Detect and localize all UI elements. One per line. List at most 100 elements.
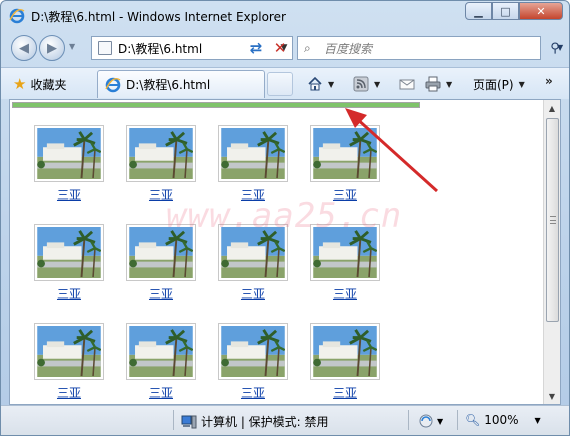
mail-icon [399, 79, 415, 90]
thumbnail-image[interactable] [126, 323, 196, 380]
page-menu-dropdown-icon: ▼ [518, 79, 525, 89]
home-icon [308, 76, 322, 91]
zone-text: 计算机 | 保护模式: 禁用 [201, 415, 329, 429]
thumbnail-item: 三亚 [126, 323, 196, 404]
sanya-photo-icon [129, 128, 193, 179]
sanya-photo-icon [221, 326, 285, 377]
security-zone[interactable]: 计算机 | 保护模式: 禁用 [181, 413, 329, 430]
thumbnail-item: 三亚 [34, 323, 104, 404]
maximize-button[interactable]: □ [492, 2, 519, 20]
sanya-photo-icon [37, 227, 101, 278]
zoom-button[interactable]: 🔍︎ 100% ▼ [465, 413, 541, 427]
ie-icon [105, 77, 121, 92]
thumbnail-caption-link[interactable]: 三亚 [57, 186, 81, 203]
print-icon [425, 76, 441, 92]
close-icon: ✕ [536, 4, 546, 18]
maximize-icon: □ [500, 4, 511, 18]
status-divider [408, 410, 409, 430]
thumbnail-caption-link[interactable]: 三亚 [57, 384, 81, 401]
page-menu-button[interactable]: 页面(P) ▼ [473, 73, 525, 95]
back-icon: ◀ [19, 40, 29, 56]
sanya-photo-icon [221, 128, 285, 179]
new-tab-button[interactable] [267, 72, 293, 96]
thumbnail-image[interactable] [218, 125, 288, 182]
thumbnail-item: 三亚 [218, 323, 288, 404]
thumbnail-image[interactable] [310, 125, 380, 182]
sanya-photo-icon [129, 326, 193, 377]
protected-mode-button[interactable]: ▼ [418, 413, 443, 429]
thumbnail-image[interactable] [126, 125, 196, 182]
scrollbar-thumb[interactable] [546, 118, 559, 322]
search-options-dropdown-icon[interactable]: ▼ [557, 43, 563, 52]
scroll-down-arrow-icon[interactable]: ▼ [544, 388, 560, 404]
more-commands-chevron-icon[interactable]: » [545, 74, 553, 88]
navigation-bar: ◀ ▶ ▼ D:\教程\6.html ▼ ⇄ ✕ ⌕ 百度搜索 ⚲ ▼ [1, 29, 569, 67]
sanya-photo-icon [313, 326, 377, 377]
home-button[interactable]: ▼ [307, 73, 334, 95]
read-mail-button[interactable] [399, 73, 415, 95]
load-progress-fill [13, 103, 419, 107]
search-box[interactable]: ⌕ 百度搜索 [297, 36, 541, 60]
thumbnail-image[interactable] [34, 224, 104, 281]
status-bar: 计算机 | 保护模式: 禁用 ▼ 🔍︎ 100% ▼ [1, 405, 569, 435]
zoom-icon: 🔍︎ [465, 413, 481, 427]
browser-window: D:\教程\6.html - Windows Internet Explorer… [0, 0, 570, 436]
thumbnail-caption-link[interactable]: 三亚 [149, 384, 173, 401]
thumbnail-item: 三亚 [34, 125, 104, 224]
load-progress-bar [12, 102, 420, 108]
watermark-text: www.aa25.cn [166, 196, 403, 236]
minimize-icon: ▁ [474, 4, 483, 18]
thumbnail-caption-link[interactable]: 三亚 [241, 285, 265, 302]
status-divider [457, 410, 458, 430]
favorites-button[interactable]: ★ 收藏夹 [13, 73, 66, 95]
feeds-button[interactable]: ▼ [353, 73, 380, 95]
thumbnail-caption-link[interactable]: 三亚 [333, 285, 357, 302]
page-icon [98, 41, 112, 55]
thumbnail-item: 三亚 [126, 224, 196, 323]
tab-current-page[interactable]: D:\教程\6.html [97, 70, 265, 98]
command-bar: ★ 收藏夹 D:\教程\6.html ▼ ▼ ▼ 页面(P) ▼ » [1, 67, 569, 99]
refresh-button[interactable]: ⇄ [244, 37, 268, 59]
thumbnail-caption-link[interactable]: 三亚 [149, 285, 173, 302]
sanya-photo-icon [313, 128, 377, 179]
protected-mode-dropdown-icon: ▼ [437, 416, 444, 426]
stop-icon: ✕ [273, 39, 287, 57]
stop-button[interactable]: ✕ [269, 37, 291, 59]
thumbnail-grid: 三亚 三亚 三亚 三亚 三亚 三亚 三亚 三亚 三亚 三亚 三亚 三亚 [34, 125, 402, 404]
zoom-level: 100% [484, 413, 519, 427]
print-button[interactable]: ▼ [425, 73, 452, 95]
page-content: 三亚 三亚 三亚 三亚 三亚 三亚 三亚 三亚 三亚 三亚 三亚 三亚 www.aa25.cn ▲ ▼ [9, 99, 561, 405]
forward-button[interactable]: ▶ [39, 35, 65, 61]
scroll-up-arrow-icon[interactable]: ▲ [544, 100, 560, 116]
home-dropdown-icon[interactable]: ▼ [328, 80, 334, 89]
tab-title: D:\教程\6.html [126, 78, 211, 92]
search-input[interactable]: 百度搜索 [324, 40, 372, 57]
rss-icon [353, 76, 369, 92]
zoom-dropdown-icon: ▼ [534, 415, 541, 425]
thumbnail-image[interactable] [34, 125, 104, 182]
thumbnail-item: 三亚 [310, 323, 380, 404]
back-button[interactable]: ◀ [11, 35, 37, 61]
thumbnail-item: 三亚 [310, 224, 380, 323]
window-title: D:\教程\6.html - Windows Internet Explorer [31, 10, 286, 24]
thumbnail-item: 三亚 [34, 224, 104, 323]
print-dropdown-icon[interactable]: ▼ [446, 80, 452, 89]
thumbnail-image[interactable] [218, 323, 288, 380]
thumbnail-caption-link[interactable]: 三亚 [333, 384, 357, 401]
favorites-label: 收藏夹 [30, 77, 67, 92]
thumbnail-caption-link[interactable]: 三亚 [241, 384, 265, 401]
feeds-dropdown-icon[interactable]: ▼ [374, 80, 380, 89]
vertical-scrollbar[interactable]: ▲ ▼ [543, 100, 560, 404]
thumbnail-image[interactable] [34, 323, 104, 380]
scrollbar-grip-icon [550, 216, 556, 224]
minimize-button[interactable]: ▁ [465, 2, 492, 20]
search-engine-icon: ⌕ [304, 40, 311, 55]
recent-pages-dropdown-icon[interactable]: ▼ [69, 42, 75, 51]
thumbnail-item: 三亚 [218, 224, 288, 323]
ie-icon [9, 8, 25, 24]
thumbnail-caption-link[interactable]: 三亚 [57, 285, 81, 302]
refresh-icon: ⇄ [249, 39, 263, 57]
page-menu-label: 页面(P) [473, 77, 514, 92]
thumbnail-image[interactable] [310, 323, 380, 380]
close-button[interactable]: ✕ [519, 2, 563, 20]
